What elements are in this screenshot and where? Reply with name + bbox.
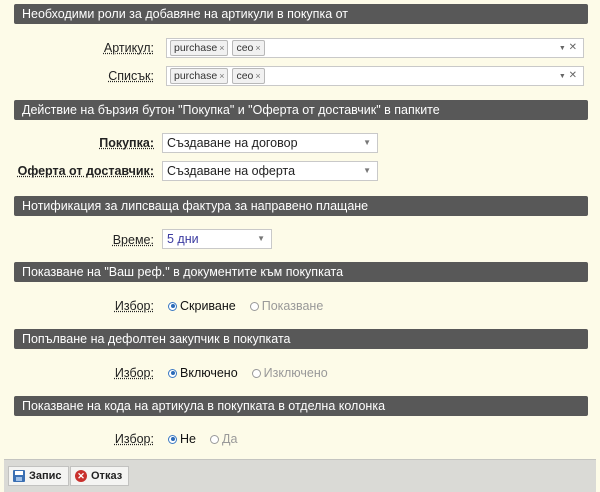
section-header-roles: Необходими роли за добавяне на артикули … — [14, 4, 588, 24]
radio-button[interactable] — [209, 434, 219, 444]
dropdown-clear-controls[interactable]: ▼ ✕ — [559, 42, 577, 53]
section-header-article-code: Показване на кода на артикула в покупкат… — [14, 396, 588, 416]
default-buyer-radio-group: Включено Изключено — [168, 366, 328, 380]
chevron-down-icon[interactable]: ▼ — [559, 73, 566, 80]
chevron-down-icon: ▼ — [363, 138, 371, 147]
radio-yes[interactable]: Да — [209, 432, 237, 446]
purchase-label: Покупка: — [99, 136, 154, 150]
role-tag[interactable]: ceo × — [232, 68, 265, 84]
role-tag[interactable]: purchase × — [170, 40, 229, 56]
radio-button[interactable] — [251, 368, 261, 378]
article-code-radio-group: Не Да — [168, 432, 237, 446]
radio-button[interactable] — [168, 368, 177, 378]
supplier-offer-label: Оферта от доставчик: — [17, 164, 154, 178]
role-tag[interactable]: ceo × — [232, 40, 265, 56]
form-toolbar: Запис ✕ Отказ — [4, 459, 596, 492]
your-ref-radio-group: Скриване Показване — [168, 299, 323, 313]
remove-icon[interactable]: × — [219, 69, 224, 83]
list-label: Списък: — [108, 69, 154, 83]
section-header-your-ref: Показване на "Ваш реф." в документите къ… — [14, 262, 588, 282]
list-roles-field[interactable]: purchase × ceo × ▼ ✕ — [166, 66, 584, 86]
save-icon — [13, 470, 25, 482]
choice-label: Избор: — [114, 432, 154, 446]
remove-icon[interactable]: × — [219, 41, 224, 55]
radio-hide[interactable]: Скриване — [168, 299, 236, 313]
notification-time-select[interactable]: 5 дни ▼ — [162, 229, 272, 249]
article-roles-field[interactable]: purchase × ceo × ▼ ✕ — [166, 38, 584, 58]
chevron-down-icon: ▼ — [257, 234, 265, 243]
choice-label: Избор: — [114, 366, 154, 380]
dropdown-clear-controls[interactable]: ▼ ✕ — [559, 70, 577, 81]
chevron-down-icon[interactable]: ▼ — [559, 45, 566, 52]
radio-enabled[interactable]: Включено — [168, 366, 238, 380]
save-button[interactable]: Запис — [8, 466, 69, 486]
article-label: Артикул: — [103, 41, 154, 55]
cancel-button[interactable]: ✕ Отказ — [70, 466, 130, 486]
cancel-icon: ✕ — [75, 470, 87, 482]
radio-disabled[interactable]: Изключено — [251, 366, 328, 380]
remove-icon[interactable]: × — [255, 69, 260, 83]
remove-icon[interactable]: × — [255, 41, 260, 55]
section-header-missing-invoice: Нотификация за липсваща фактура за напра… — [14, 196, 588, 216]
radio-button[interactable] — [168, 301, 177, 311]
radio-show[interactable]: Показване — [249, 299, 323, 313]
clear-icon[interactable]: ✕ — [569, 42, 577, 53]
role-tag[interactable]: purchase × — [170, 68, 229, 84]
clear-icon[interactable]: ✕ — [569, 70, 577, 81]
section-header-quick-button: Действие на бързия бутон "Покупка" и "Оф… — [14, 100, 588, 120]
section-header-default-buyer: Попълване на дефолтен закупчик в покупка… — [14, 329, 588, 349]
chevron-down-icon: ▼ — [363, 166, 371, 175]
time-label: Време: — [112, 233, 154, 247]
radio-button[interactable] — [168, 434, 177, 444]
radio-button[interactable] — [249, 301, 259, 311]
supplier-offer-action-select[interactable]: Създаване на оферта ▼ — [162, 161, 378, 181]
settings-form: Необходими роли за добавяне на артикули … — [4, 0, 596, 491]
choice-label: Избор: — [114, 299, 154, 313]
purchase-action-select[interactable]: Създаване на договор ▼ — [162, 133, 378, 153]
radio-no[interactable]: Не — [168, 432, 196, 446]
